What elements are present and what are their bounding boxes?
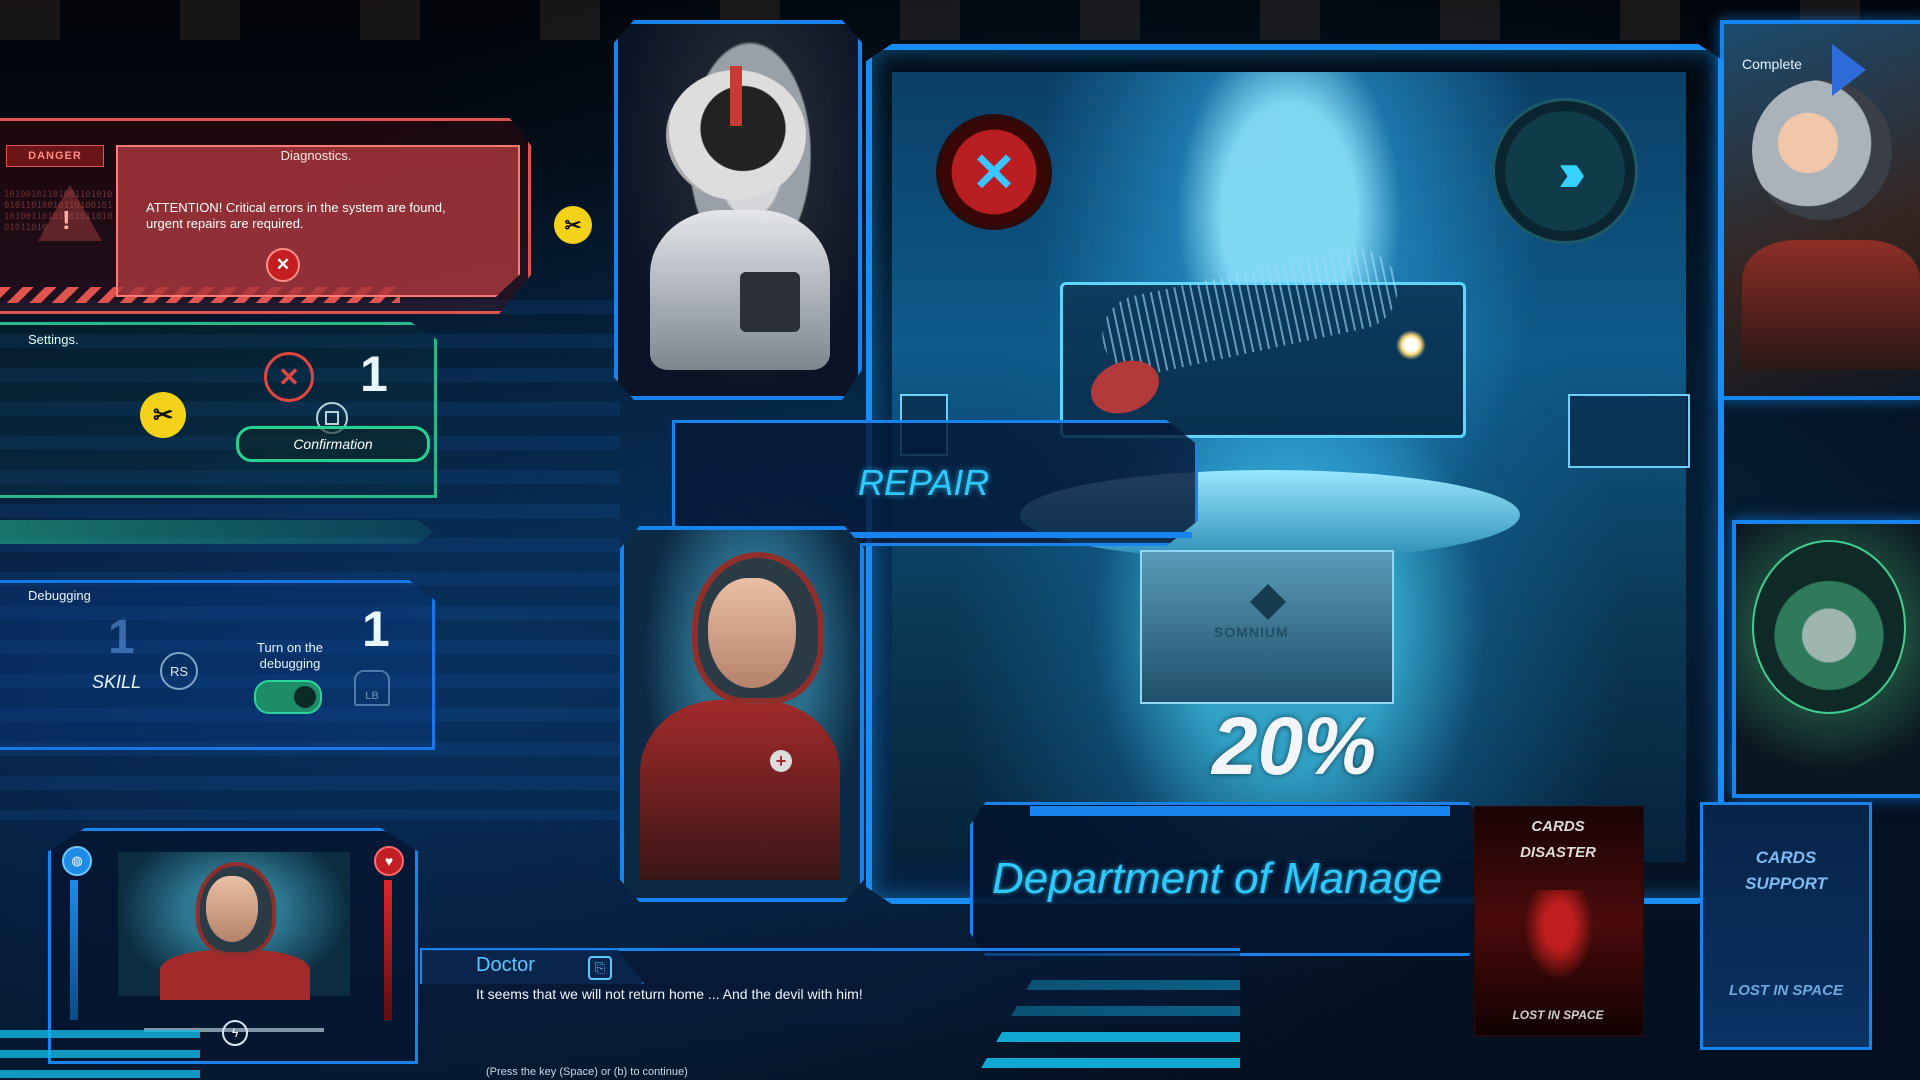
wall-monitor-right xyxy=(1568,394,1690,468)
debugging-title: Debugging xyxy=(28,588,91,603)
settings-number: 1 xyxy=(360,346,388,402)
hud-doctor-suit xyxy=(160,950,310,1000)
complete-arrow-icon[interactable] xyxy=(1832,44,1866,96)
pilot-helmet xyxy=(1752,80,1892,220)
green-helmet xyxy=(1752,540,1906,714)
teal-divider-bar xyxy=(0,520,434,544)
support-card-title-1: CARDS xyxy=(1755,848,1817,867)
diagnostics-title: Diagnostics. xyxy=(280,148,352,163)
shield-icon: ◍ xyxy=(62,846,92,876)
debugging-toggle[interactable] xyxy=(254,680,322,714)
dialogue-text: It seems that we will not return home ..… xyxy=(476,986,863,1002)
game-screen: DANGER 101001011010011010100101101001011… xyxy=(0,0,1920,1080)
danger-tab: DANGER xyxy=(6,145,104,167)
disaster-card-title-1: CARDS xyxy=(1531,818,1585,835)
debugging-number: 1 xyxy=(362,601,390,657)
shield-bar xyxy=(70,880,78,1020)
support-card-title-2: SUPPORT xyxy=(1745,874,1827,893)
warning-mark: ! xyxy=(62,205,71,235)
health-bar xyxy=(384,880,392,1020)
toggle-knob xyxy=(294,686,316,708)
energy-bolt-icon: ϟ xyxy=(222,1020,248,1046)
disaster-card-art xyxy=(1524,890,1594,980)
confirmation-button[interactable]: Confirmation xyxy=(236,426,430,462)
heart-icon: ♥ xyxy=(374,846,404,876)
welding-spark xyxy=(1396,330,1426,360)
helmet-stripe xyxy=(730,66,742,126)
repair-label: REPAIR xyxy=(858,462,990,503)
continue-hint: (Press the key (Space) or (b) to continu… xyxy=(486,1066,688,1078)
speaker-icon: ⎘ xyxy=(588,956,612,980)
diagnostics-close-button[interactable]: ✕ xyxy=(266,248,300,282)
astronaut-chest-pack xyxy=(740,272,800,332)
somnium-logo-text: SOMNIUM xyxy=(1214,624,1289,640)
rs-button-icon: RS xyxy=(160,652,198,690)
disaster-card-footer: LOST IN SPACE xyxy=(1512,1008,1604,1022)
medical-cross-icon: + xyxy=(770,750,792,772)
support-card-footer: LOST IN SPACE xyxy=(1729,982,1843,999)
lb-button-icon: LB xyxy=(354,670,390,706)
top-decoration xyxy=(0,0,1920,40)
settings-close-button[interactable]: ✕ xyxy=(264,352,314,402)
settings-tools-button[interactable]: ✂ xyxy=(140,392,186,438)
skill-number: 1 xyxy=(108,611,135,664)
doctor-suit xyxy=(640,700,840,880)
repair-tools-button[interactable]: ✕ xyxy=(936,114,1052,230)
repair-progress-percent: 20% xyxy=(1212,701,1377,792)
pilot-suit xyxy=(1742,240,1920,370)
tools-icon-button[interactable]: ✂ xyxy=(554,206,592,244)
speaker-name: Doctor xyxy=(476,954,535,976)
debugging-toggle-label: Turn on the debugging xyxy=(256,640,323,671)
department-label: Department of Manage xyxy=(992,854,1443,903)
department-banner-stripe xyxy=(1030,806,1450,816)
settings-title: Settings. xyxy=(28,332,79,347)
skill-label: SKILL xyxy=(92,672,142,692)
disaster-card-title-2: DISASTER xyxy=(1520,844,1596,861)
support-card[interactable] xyxy=(1700,802,1872,1050)
diagnostics-message: ATTENTION! Critical errors in the system… xyxy=(146,200,446,231)
hud-doctor-face xyxy=(206,876,258,942)
next-chevrons-button[interactable]: ››› xyxy=(1492,98,1638,244)
decorative-stripes-left xyxy=(0,1030,200,1080)
doctor-face xyxy=(708,578,796,688)
complete-label: Complete xyxy=(1742,56,1802,72)
